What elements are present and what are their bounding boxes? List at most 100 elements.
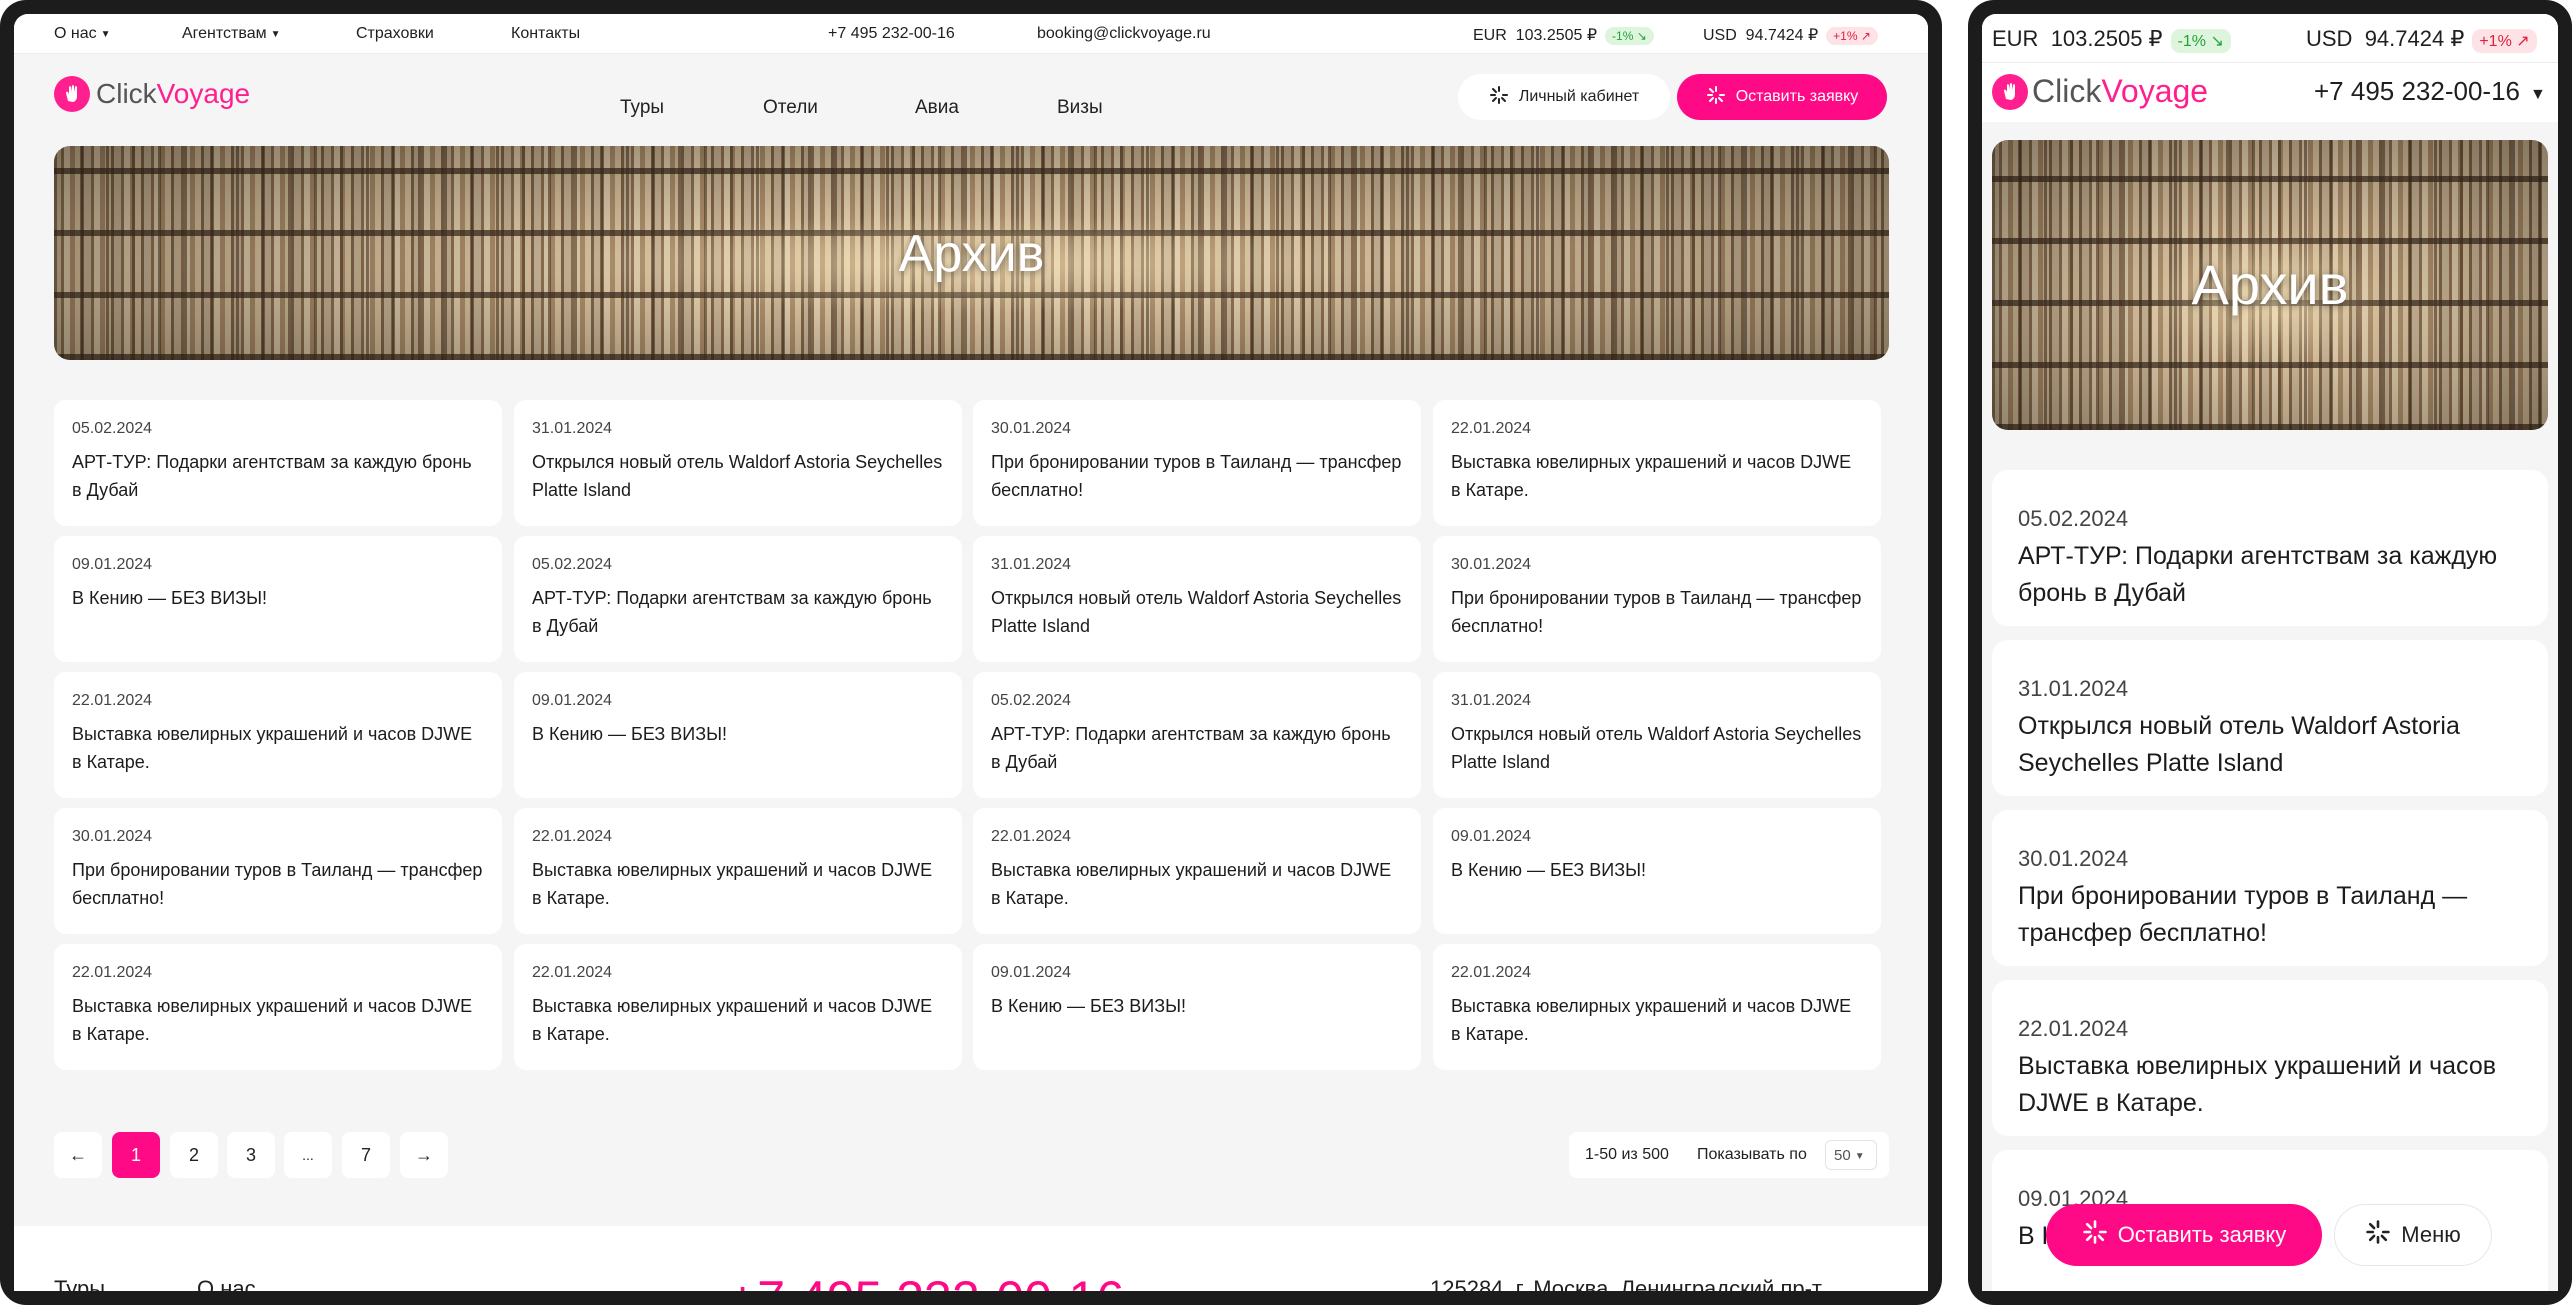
news-card[interactable]: 31.01.2024 Открылся новый отель Waldorf A… bbox=[973, 536, 1421, 662]
pagination-page-3[interactable]: 3 bbox=[227, 1132, 275, 1178]
news-card[interactable]: 09.01.2024 В Кению — БЕЗ ВИЗЫ! bbox=[1433, 808, 1881, 934]
pagination-info: 1-50 из 500 Показывать по 50 ▼ bbox=[1569, 1132, 1889, 1178]
mobile-menu-label: Меню bbox=[2401, 1222, 2461, 1247]
news-date: 31.01.2024 bbox=[1451, 692, 1532, 709]
mobile-frame: EUR 103.2505 ₽ -1% ↘ USD 94.7424 ₽ +1% ↗ C… bbox=[1968, 0, 2572, 1305]
news-date: 30.01.2024 bbox=[72, 828, 153, 845]
news-date: 09.01.2024 bbox=[532, 692, 613, 709]
news-date: 05.02.2024 bbox=[72, 420, 153, 437]
pagination-next-button[interactable]: → bbox=[400, 1132, 448, 1178]
nav-avia[interactable]: Авиа bbox=[915, 97, 959, 119]
news-card[interactable]: 09.01.2024 В Кению — БЕЗ ВИЗЫ! bbox=[54, 536, 502, 662]
news-title: Открылся новый отель Waldorf Astoria Sey… bbox=[532, 452, 943, 500]
news-date: 22.01.2024 bbox=[72, 692, 153, 709]
mobile-news-card[interactable]: 30.01.2024 При бронировании туров в Таила… bbox=[1992, 810, 2548, 966]
news-card[interactable]: 09.01.2024 В Кению — БЕЗ ВИЗЫ! bbox=[514, 672, 962, 798]
news-date: 09.01.2024 bbox=[991, 964, 1072, 981]
news-card[interactable]: 22.01.2024 Выставка ювелирных украшений и… bbox=[1433, 400, 1881, 526]
mobile-logo[interactable]: ClickVoyage bbox=[1992, 73, 2208, 110]
mobile-news-card[interactable]: 31.01.2024 Открылся новый отель Waldorf A… bbox=[1992, 640, 2548, 796]
footer-phone[interactable]: +7 495 232-00-16 bbox=[728, 1270, 1124, 1291]
news-card[interactable]: 22.01.2024 Выставка ювелирных украшений и… bbox=[1433, 944, 1881, 1070]
news-title: При бронировании туров в Таиланд — транс… bbox=[1451, 588, 1862, 636]
mobile-leave-request-button[interactable]: Оставить заявку bbox=[2046, 1204, 2322, 1266]
pagination-page-1[interactable]: 1 bbox=[112, 1132, 160, 1178]
topbar-phone-link[interactable]: +7 495 232-00-16 bbox=[828, 25, 955, 43]
usd-rate: USD 94.7424 ₽ +1% ↗ bbox=[1703, 25, 1878, 45]
top-bar: О нас ▼ Агентствам ▼ Страховки Контакты +7… bbox=[14, 14, 1928, 54]
news-date: 22.01.2024 bbox=[532, 964, 613, 981]
news-date: 30.01.2024 bbox=[991, 420, 1072, 437]
news-title: АРТ-ТУР: Подарки агентствам за каждую бр… bbox=[2018, 542, 2498, 607]
footer-tours-link[interactable]: Туры bbox=[54, 1276, 105, 1291]
news-title: В Кению — БЕЗ ВИЗЫ! bbox=[532, 724, 728, 744]
topbar-contacts-link[interactable]: Контакты bbox=[511, 25, 580, 43]
nav-visas[interactable]: Визы bbox=[1057, 97, 1103, 119]
spinner-icon bbox=[2082, 1219, 2108, 1251]
news-date: 09.01.2024 bbox=[1451, 828, 1532, 845]
news-title: Выставка ювелирных украшений и часов DJW… bbox=[991, 860, 1392, 908]
news-title: В Кению — БЕЗ ВИЗЫ! bbox=[1451, 860, 1647, 880]
news-date: 22.01.2024 bbox=[1451, 964, 1532, 981]
mobile-page: EUR 103.2505 ₽ -1% ↘ USD 94.7424 ₽ +1% ↗ C… bbox=[1982, 14, 2558, 1291]
leave-request-button[interactable]: Оставить заявку bbox=[1677, 74, 1887, 120]
mobile-news-card[interactable]: 05.02.2024 АРТ-ТУР: Подарки агентствам за… bbox=[1992, 470, 2548, 626]
personal-cabinet-button[interactable]: Личный кабинет bbox=[1458, 74, 1670, 120]
topbar-insurance-link[interactable]: Страховки bbox=[356, 25, 434, 43]
nav-tours[interactable]: Туры bbox=[620, 97, 664, 119]
chevron-down-icon: ▼ bbox=[2530, 86, 2546, 103]
mobile-hero-banner: Архив bbox=[1992, 140, 2548, 430]
mobile-news-card[interactable]: 22.01.2024 Выставка ювелирных украшений и… bbox=[1992, 980, 2548, 1136]
news-title: При бронировании туров в Таиланд — транс… bbox=[2018, 882, 2468, 947]
news-title: В Кению — БЕЗ ВИЗЫ! bbox=[72, 588, 268, 608]
news-title: Выставка ювелирных украшений и часов DJW… bbox=[1451, 996, 1852, 1044]
news-date: 05.02.2024 bbox=[991, 692, 1072, 709]
mobile-menu-button[interactable]: Меню bbox=[2334, 1204, 2492, 1266]
news-title: В Кению — БЕЗ ВИЗЫ! bbox=[991, 996, 1187, 1016]
leave-request-label: Оставить заявку bbox=[1735, 88, 1859, 105]
nav-hotels[interactable]: Отели bbox=[763, 97, 818, 119]
eur-change-badge: -1% ↘ bbox=[1605, 27, 1654, 45]
mobile-rates-bar: EUR 103.2505 ₽ -1% ↘ USD 94.7424 ₽ +1% ↗ bbox=[1982, 14, 2558, 62]
pagination-page-2[interactable]: 2 bbox=[170, 1132, 218, 1178]
spinner-icon bbox=[1706, 85, 1726, 110]
news-card[interactable]: 30.01.2024 При бронировании туров в Таила… bbox=[54, 808, 502, 934]
pagination-prev-button[interactable]: ← bbox=[54, 1132, 102, 1178]
news-title: Выставка ювелирных украшений и часов DJW… bbox=[1451, 452, 1852, 500]
pagination-page-7[interactable]: 7 bbox=[342, 1132, 390, 1178]
logo[interactable]: ClickVoyage bbox=[54, 76, 250, 112]
hand-icon bbox=[54, 76, 90, 112]
news-title: Открылся новый отель Waldorf Astoria Sey… bbox=[2018, 712, 2460, 777]
news-card[interactable]: 05.02.2024 АРТ-ТУР: Подарки агентствам за… bbox=[54, 400, 502, 526]
news-card[interactable]: 30.01.2024 При бронировании туров в Таила… bbox=[1433, 536, 1881, 662]
desktop-frame: О нас ▼ Агентствам ▼ Страховки Контакты +7… bbox=[0, 0, 1942, 1305]
news-card[interactable]: 22.01.2024 Выставка ювелирных украшений и… bbox=[54, 672, 502, 798]
news-card[interactable]: 09.01.2024 В Кению — БЕЗ ВИЗЫ! bbox=[973, 944, 1421, 1070]
news-card[interactable]: 05.02.2024 АРТ-ТУР: Подарки агентствам за… bbox=[973, 672, 1421, 798]
mobile-usd-rate: USD 94.7424 ₽ +1% ↗ bbox=[2306, 26, 2537, 53]
news-title: АРТ-ТУР: Подарки агентствам за каждую бр… bbox=[991, 724, 1391, 772]
news-card[interactable]: 22.01.2024 Выставка ювелирных украшений и… bbox=[54, 944, 502, 1070]
topbar-agencies-link[interactable]: Агентствам ▼ bbox=[182, 25, 281, 43]
news-card[interactable]: 31.01.2024 Открылся новый отель Waldorf A… bbox=[1433, 672, 1881, 798]
mobile-eur-rate: EUR 103.2505 ₽ -1% ↘ bbox=[1992, 26, 2231, 53]
per-page-select[interactable]: 50 ▼ bbox=[1825, 1140, 1877, 1170]
footer: Туры О нас +7 495 232-00-16 125284, г. М… bbox=[14, 1226, 1928, 1291]
news-card[interactable]: 22.01.2024 Выставка ювелирных украшений и… bbox=[514, 944, 962, 1070]
mobile-eur-change-badge: -1% ↘ bbox=[2170, 29, 2231, 53]
footer-about-link[interactable]: О нас bbox=[197, 1276, 256, 1291]
chevron-down-icon: ▼ bbox=[1854, 1151, 1865, 1162]
news-card[interactable]: 22.01.2024 Выставка ювелирных украшений и… bbox=[973, 808, 1421, 934]
topbar-about-link[interactable]: О нас ▼ bbox=[54, 25, 111, 43]
news-card[interactable]: 22.01.2024 Выставка ювелирных украшений и… bbox=[514, 808, 962, 934]
desktop-page: О нас ▼ Агентствам ▼ Страховки Контакты +7… bbox=[14, 14, 1928, 1291]
news-title: Выставка ювелирных украшений и часов DJW… bbox=[532, 860, 933, 908]
topbar-email-link[interactable]: booking@clickvoyage.ru bbox=[1037, 25, 1211, 43]
news-card[interactable]: 30.01.2024 При бронировании туров в Таила… bbox=[973, 400, 1421, 526]
news-card[interactable]: 05.02.2024 АРТ-ТУР: Подарки агентствам за… bbox=[514, 536, 962, 662]
mobile-phone-selector[interactable]: +7 495 232-00-16 ▼ bbox=[2314, 76, 2546, 107]
hero-banner: Архив bbox=[54, 146, 1889, 360]
news-card[interactable]: 31.01.2024 Открылся новый отель Waldorf A… bbox=[514, 400, 962, 526]
news-date: 22.01.2024 bbox=[72, 964, 153, 981]
spinner-icon bbox=[2365, 1219, 2391, 1251]
